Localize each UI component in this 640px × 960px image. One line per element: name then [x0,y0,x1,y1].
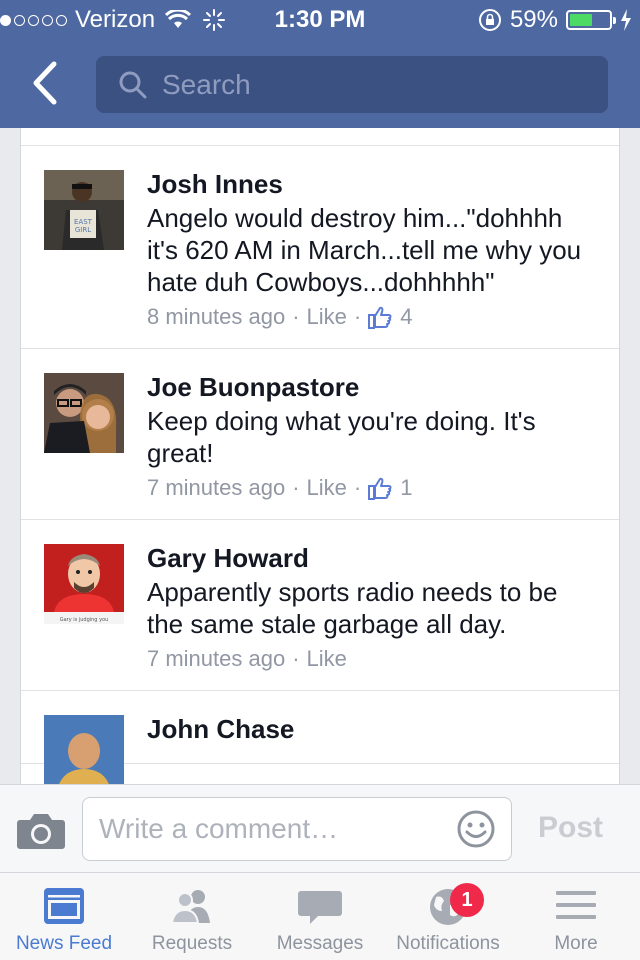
tab-more[interactable]: More [512,873,640,960]
tab-label: More [554,933,598,954]
thumbs-up-icon [368,306,392,329]
status-bar: Verizon 1:30 PM 59% [0,0,640,40]
tab-label: News Feed [15,933,113,954]
battery-icon [566,10,616,30]
status-right: 59% [478,6,632,34]
tab-label: Notifications [396,933,500,954]
avatar[interactable] [44,715,124,784]
charging-bolt-icon [621,9,631,31]
battery-fill [570,14,592,26]
comment-meta: 8 minutes ago · Like · 4 [147,304,599,330]
tab-news-feed[interactable]: News Feed [0,873,128,960]
avatar[interactable]: EAST GIRL [44,170,124,250]
comment-item: Gary is judging you Gary Howard Apparent… [21,520,619,691]
comment-timestamp: 7 minutes ago [147,646,286,671]
camera-icon[interactable] [16,812,66,850]
avatar[interactable] [44,373,124,453]
tab-notifications[interactable]: 1 Notifications [384,873,512,960]
search-icon [119,71,147,98]
separator: · [292,646,300,671]
comment-input[interactable] [82,797,512,861]
friends-icon [170,890,210,924]
emoji-icon[interactable] [456,809,496,849]
battery-percent: 59% [509,6,558,33]
rotation-lock-icon [478,9,501,31]
separator: · [353,475,362,500]
comment-composer: Post [0,784,640,872]
like-count[interactable]: 1 [400,475,412,501]
comment-item: John Chase [21,691,619,784]
search-placeholder: Search [162,68,251,100]
svg-text:EAST: EAST [74,218,93,226]
notification-badge: 1 [450,883,484,917]
top-bar: Verizon 1:30 PM 59% Search [0,0,640,128]
tab-label: Requests [151,933,233,954]
like-link[interactable]: Like [307,475,347,501]
comment-timestamp: 7 minutes ago [147,475,286,500]
comment-item: Joe Buonpastore Keep doing what you're d… [21,349,619,520]
comment-timestamp: 8 minutes ago [147,304,286,329]
back-button[interactable] [26,58,66,108]
separator: · [292,475,300,500]
previous-comment-bottom [21,128,619,146]
like-link[interactable]: Like [307,646,347,672]
menu-icon [556,891,596,919]
chevron-left-icon [33,61,57,105]
svg-text:Gary is judging you: Gary is judging you [60,617,109,623]
comment-author[interactable]: John Chase [147,713,599,745]
news-feed-icon [44,888,84,924]
tab-bar: News Feed Requests Messages 1 Notificati… [0,872,640,960]
tab-messages[interactable]: Messages [256,873,384,960]
avatar[interactable]: Gary is judging you [44,544,124,624]
comment-text: Apparently sports radio needs to be the … [147,577,558,639]
comment-author[interactable]: Gary Howard [147,542,599,574]
svg-text:GIRL: GIRL [75,226,91,234]
thumbs-up-icon [368,477,392,500]
comment-text: Keep doing what you're doing. It's great… [147,406,536,468]
comment-meta: 7 minutes ago · Like · 1 [147,475,599,501]
separator: · [292,304,300,329]
tab-label: Messages [276,933,364,954]
comment-text: Angelo would destroy him..."dohhhh it's … [147,203,582,297]
comment-meta: 7 minutes ago · Like [147,646,599,672]
post-button[interactable]: Post [538,811,603,845]
tab-requests[interactable]: Requests [128,873,256,960]
comments-list: EAST GIRL Josh Innes Angelo would destro… [20,128,620,784]
search-bar[interactable]: Search [96,56,608,113]
comment-item: EAST GIRL Josh Innes Angelo would destro… [21,146,619,349]
comment-author[interactable]: Joe Buonpastore [147,371,599,403]
like-count[interactable]: 4 [400,304,412,330]
comment-author[interactable]: Josh Innes [147,168,599,200]
messages-icon [298,891,342,924]
separator: · [353,304,362,329]
like-link[interactable]: Like [307,304,347,330]
